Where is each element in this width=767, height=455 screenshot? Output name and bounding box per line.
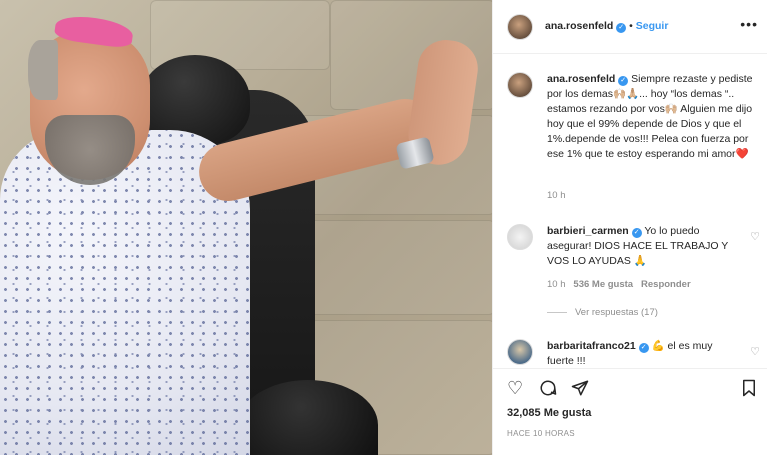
verified-icon: ✓ — [618, 76, 629, 86]
like-heart-icon[interactable]: ♡ — [507, 379, 523, 397]
comment-likes[interactable]: 536 Me gusta — [573, 279, 633, 290]
bookmark-icon[interactable] — [741, 379, 757, 400]
author-avatar[interactable] — [507, 72, 533, 98]
caption-text: Siempre rezaste y pediste por los demas🙌… — [547, 73, 753, 160]
comment-username[interactable]: barbaritafranco21 — [547, 340, 636, 352]
caption-time: 10 h — [547, 190, 566, 201]
likes-count[interactable]: 32,085 Me gusta — [507, 407, 591, 419]
heart-icon[interactable]: ♡ — [750, 345, 760, 358]
commenter-avatar[interactable] — [507, 339, 533, 365]
share-icon[interactable] — [571, 379, 589, 400]
view-replies-label: Ver respuestas (17) — [575, 307, 658, 318]
wall-stone — [300, 220, 492, 315]
verified-icon: ✓ — [631, 228, 642, 238]
caption-username[interactable]: ana.rosenfeld — [547, 73, 615, 85]
man-hair — [28, 40, 58, 100]
divider — [547, 311, 567, 313]
comment-icon[interactable] — [539, 379, 557, 400]
posted-ago: HACE 10 HORAS — [507, 429, 575, 438]
commenter-avatar[interactable] — [507, 224, 533, 250]
author-avatar[interactable] — [507, 14, 533, 40]
follow-button[interactable]: Seguir — [636, 20, 669, 32]
view-replies-button[interactable]: Ver respuestas (17) — [547, 307, 658, 318]
author-username[interactable]: ana.rosenfeld — [545, 20, 613, 32]
more-horizontal-icon[interactable]: ••• — [740, 16, 758, 32]
post-photo[interactable] — [0, 0, 492, 455]
comment-username[interactable]: barbieri_carmen — [547, 225, 629, 237]
post-actions: ♡ 32,085 Me gusta HACE 10 HORAS — [493, 368, 767, 455]
verified-icon: ✓ — [638, 343, 649, 353]
comment-time: 10 h — [547, 279, 566, 290]
separator: • — [629, 20, 633, 32]
reply-button[interactable]: Responder — [641, 279, 691, 290]
post-side-panel: ana.rosenfeld ✓ • Seguir ••• ana.rosenfe… — [492, 0, 767, 455]
comment-meta: 10 h 536 Me gusta Responder — [547, 279, 691, 290]
instagram-post: ana.rosenfeld ✓ • Seguir ••• ana.rosenfe… — [0, 0, 767, 455]
heart-icon[interactable]: ♡ — [750, 230, 760, 243]
verified-icon: ✓ — [616, 23, 627, 33]
post-header: ana.rosenfeld ✓ • Seguir ••• — [493, 0, 767, 54]
